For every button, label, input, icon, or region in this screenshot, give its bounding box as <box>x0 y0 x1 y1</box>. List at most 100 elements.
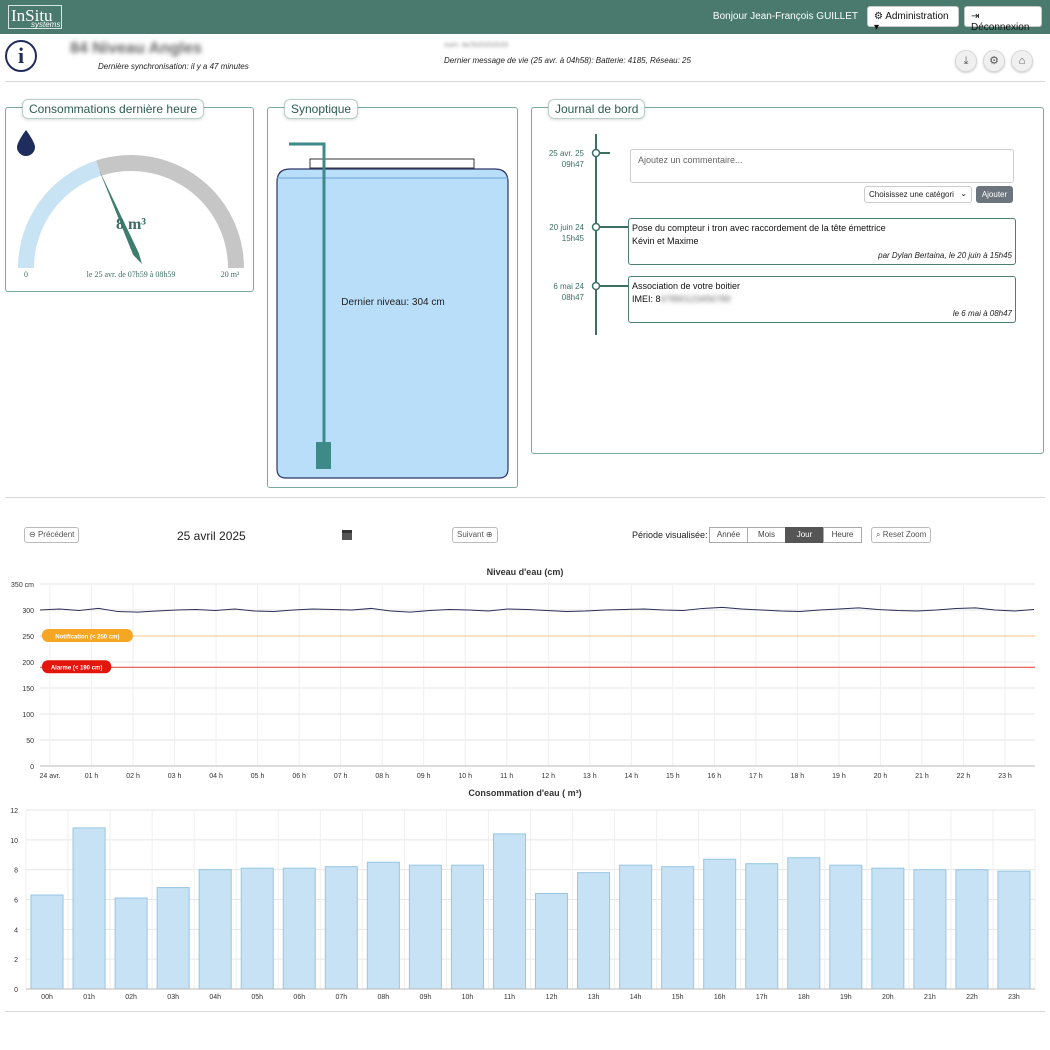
journal-entry-title: Association de votre boitier <box>632 281 741 291</box>
timeline-dot <box>591 281 601 291</box>
y-tick-label: 100 <box>22 712 34 719</box>
tank-lid <box>309 158 475 169</box>
chevron-right-icon: ⊕ <box>485 530 493 539</box>
y-tick-label: 250 <box>22 634 34 641</box>
reset-zoom-button[interactable]: ⌕ Reset Zoom <box>871 527 932 543</box>
y-tick-label: 2 <box>14 957 18 964</box>
bar <box>72 827 106 990</box>
y-tick-label: 200 <box>22 660 34 667</box>
bar <box>955 869 989 990</box>
user-greeting: Bonjour Jean-François GUILLET <box>712 11 858 22</box>
gear-icon: ⚙ <box>989 55 999 67</box>
bar <box>745 863 779 990</box>
x-tick-label: 21 h <box>915 773 929 780</box>
bar <box>871 867 905 990</box>
period-month-button[interactable]: Mois <box>747 527 786 543</box>
journal-panel: Journal de bord 25 avr. 25 09h47 Ajoutez… <box>531 99 1044 454</box>
x-tick-label: 18h <box>798 994 810 1001</box>
bar <box>661 866 695 990</box>
x-tick-label: 01h <box>83 994 95 1001</box>
home-icon: ⌂ <box>1018 55 1026 67</box>
gauge-filled-arc <box>18 160 102 268</box>
chart-title: Consommation d'eau ( m³) <box>468 788 581 798</box>
bar <box>282 867 316 990</box>
period-day-button[interactable]: Jour <box>785 527 824 543</box>
bar <box>913 869 947 990</box>
bar <box>114 897 148 990</box>
previous-label: Précédent <box>37 530 75 539</box>
timeline-date: 25 avr. 25 09h47 <box>540 148 584 170</box>
chart-title: Niveau d'eau (cm) <box>487 567 564 577</box>
bar <box>829 864 863 990</box>
timeline-date-day: 25 avr. 25 <box>548 149 584 158</box>
tank-level-label: Dernier niveau: 304 cm <box>341 297 444 308</box>
x-tick-label: 12 h <box>541 773 555 780</box>
journal-entry[interactable]: Association de votre boitier IMEI: 86789… <box>628 276 1016 323</box>
zoom-icon: ⌕ <box>876 530 881 539</box>
journal-entry-meta: par Dylan Bertaina, le 20 juin à 15h45 <box>878 251 1012 260</box>
info-icon[interactable]: i <box>5 40 37 72</box>
x-tick-label: 16h <box>714 994 726 1001</box>
bar <box>408 864 442 990</box>
home-button[interactable]: ⌂ <box>1011 50 1033 72</box>
x-tick-label: 21h <box>924 994 936 1001</box>
x-tick-label: 12h <box>546 994 558 1001</box>
logo-sub: systems <box>31 20 61 29</box>
gauge-max-label: 20 m³ <box>221 270 240 279</box>
period-year-button[interactable]: Année <box>709 527 748 543</box>
x-tick-label: 08 h <box>375 773 389 780</box>
chevron-down-icon: ⌄ <box>960 189 967 198</box>
logout-button[interactable]: ⇥ Déconnexion <box>964 6 1042 33</box>
calendar-icon[interactable] <box>342 530 352 540</box>
bar <box>156 887 190 990</box>
logout-icon: ⇥ <box>971 11 980 22</box>
timeline-date-time: 08h47 <box>561 293 584 302</box>
x-tick-label: 24 avr. <box>39 773 60 780</box>
divider <box>5 81 1045 82</box>
gauge-value: 8 m³ <box>116 216 146 233</box>
category-select[interactable]: Choisissez une catégori ⌄ <box>864 186 972 203</box>
bar <box>198 869 232 990</box>
x-tick-label: 15h <box>672 994 684 1001</box>
chevron-left-icon: ⊖ <box>29 530 36 539</box>
timeline-dot <box>591 222 601 232</box>
previous-button[interactable]: ⊖ Précédent <box>24 527 80 543</box>
x-tick-label: 19h <box>840 994 852 1001</box>
timeline-date-time: 15h45 <box>561 234 584 243</box>
tank-diagram: Dernier niveau: 304 cm <box>276 142 509 479</box>
tank-water <box>276 168 509 479</box>
settings-button[interactable]: ⚙ <box>983 50 1005 72</box>
journal-entry[interactable]: Pose du compteur i tron avec raccordemen… <box>628 218 1016 265</box>
x-tick-label: 20 h <box>874 773 888 780</box>
current-date: 25 avril 2025 <box>177 529 246 543</box>
sync-status: Dernière synchronisation: il y a 47 minu… <box>98 62 249 71</box>
add-comment-button[interactable]: Ajouter <box>976 186 1013 203</box>
timeline-date-day: 6 mai 24 <box>553 282 584 291</box>
caret-down-icon: ▾ <box>874 22 880 33</box>
top-navbar: InSitu systems Bonjour Jean-François GUI… <box>0 0 1050 34</box>
journal-entry-body-wrap: IMEI: 867890123456789 <box>632 294 1012 304</box>
x-tick-label: 18 h <box>791 773 805 780</box>
x-tick-label: 17h <box>756 994 768 1001</box>
x-tick-label: 00h <box>41 994 53 1001</box>
bar <box>324 866 358 990</box>
period-hour-button[interactable]: Heure <box>823 527 862 543</box>
x-tick-label: 05 h <box>251 773 265 780</box>
next-label: Suivant <box>457 530 484 539</box>
journal-entry-body: IMEI: 8 <box>632 294 661 304</box>
next-button[interactable]: Suivant ⊕ <box>452 527 498 543</box>
x-tick-label: 23 h <box>998 773 1012 780</box>
timeline-dot <box>591 148 601 158</box>
administration-button[interactable]: ⚙ Administration ▾ <box>867 6 959 33</box>
x-tick-label: 03 h <box>168 773 182 780</box>
bar <box>450 864 484 990</box>
x-tick-label: 06 h <box>292 773 306 780</box>
bar <box>30 894 64 990</box>
x-tick-label: 05h <box>251 994 263 1001</box>
comment-input[interactable]: Ajoutez un commentaire... <box>630 149 1014 183</box>
insitu-logo[interactable]: InSitu systems <box>8 5 62 29</box>
x-tick-label: 14h <box>630 994 642 1001</box>
x-tick-label: 22 h <box>957 773 971 780</box>
download-button[interactable]: ⤓ <box>955 50 977 72</box>
timeline-date: 6 mai 24 08h47 <box>540 281 584 303</box>
